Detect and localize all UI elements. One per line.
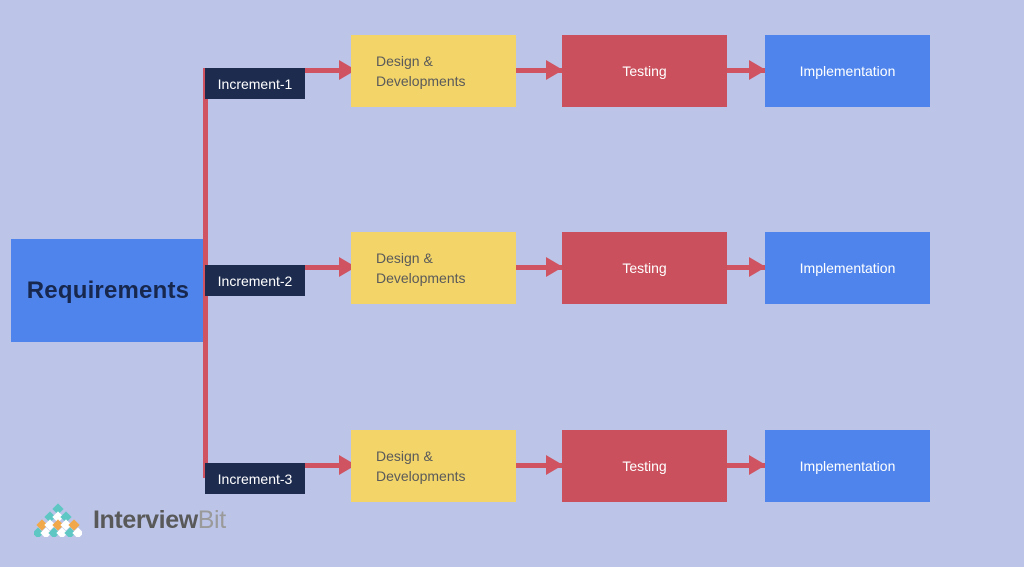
increment-label-1-text: Increment-1 bbox=[217, 75, 293, 92]
design-box-row-3: Design & Developments bbox=[351, 430, 516, 502]
arrow-head-icon bbox=[546, 60, 563, 80]
arrow-head-icon bbox=[546, 455, 563, 475]
requirements-label: Requirements bbox=[26, 276, 190, 304]
interviewbit-logo: InterviewBit bbox=[34, 503, 226, 537]
arrow-testing-to-implementation-row-2 bbox=[727, 257, 766, 277]
arrow-design-to-testing-row-2 bbox=[516, 257, 563, 277]
implementation-box-row-1-label: Implementation bbox=[799, 63, 896, 79]
design-label-line-2: Developments bbox=[376, 270, 466, 286]
implementation-box-row-1: Implementation bbox=[765, 35, 930, 107]
design-label-line-1: Design & bbox=[376, 250, 433, 266]
testing-box-row-1: Testing bbox=[562, 35, 727, 107]
arrow-testing-to-implementation-row-3 bbox=[727, 455, 766, 475]
design-box-row-2: Design & Developments bbox=[351, 232, 516, 304]
interviewbit-logo-mark-icon bbox=[34, 503, 82, 537]
increment-label-2-text: Increment-2 bbox=[217, 272, 293, 289]
increment-label-3: Increment-3 bbox=[205, 463, 305, 494]
design-box-row-2-label: Design & Developments bbox=[376, 248, 466, 288]
increment-label-3-text: Increment-3 bbox=[217, 470, 293, 487]
arrow-head-icon bbox=[749, 455, 766, 475]
design-label-line-1: Design & bbox=[376, 53, 433, 69]
increment-label-1: Increment-1 bbox=[205, 68, 305, 99]
requirements-box: Requirements bbox=[11, 239, 205, 342]
logo-text-bit: Bit bbox=[197, 505, 226, 534]
arrow-head-icon bbox=[546, 257, 563, 277]
testing-box-row-2-label: Testing bbox=[622, 260, 667, 276]
testing-box-row-3-label: Testing bbox=[622, 458, 667, 474]
increment-label-2: Increment-2 bbox=[205, 265, 305, 296]
testing-box-row-3: Testing bbox=[562, 430, 727, 502]
design-label-line-2: Developments bbox=[376, 73, 466, 89]
logo-text-interview: Interview bbox=[93, 505, 198, 534]
design-box-row-1-label: Design & Developments bbox=[376, 51, 466, 91]
implementation-box-row-3-label: Implementation bbox=[799, 458, 896, 474]
design-label-line-1: Design & bbox=[376, 448, 433, 464]
arrow-head-icon bbox=[749, 60, 766, 80]
arrow-testing-to-implementation-row-1 bbox=[727, 60, 766, 80]
implementation-box-row-2-label: Implementation bbox=[799, 260, 896, 276]
testing-box-row-2: Testing bbox=[562, 232, 727, 304]
implementation-box-row-3: Implementation bbox=[765, 430, 930, 502]
testing-box-row-1-label: Testing bbox=[622, 63, 667, 79]
design-box-row-3-label: Design & Developments bbox=[376, 446, 466, 486]
arrow-design-to-testing-row-1 bbox=[516, 60, 563, 80]
diagram-canvas: Requirements Increment-1 Increment-2 Inc… bbox=[0, 0, 1024, 567]
arrow-head-icon bbox=[749, 257, 766, 277]
design-label-line-2: Developments bbox=[376, 468, 466, 484]
implementation-box-row-2: Implementation bbox=[765, 232, 930, 304]
design-box-row-1: Design & Developments bbox=[351, 35, 516, 107]
arrow-design-to-testing-row-3 bbox=[516, 455, 563, 475]
interviewbit-logo-text: InterviewBit bbox=[93, 506, 226, 535]
